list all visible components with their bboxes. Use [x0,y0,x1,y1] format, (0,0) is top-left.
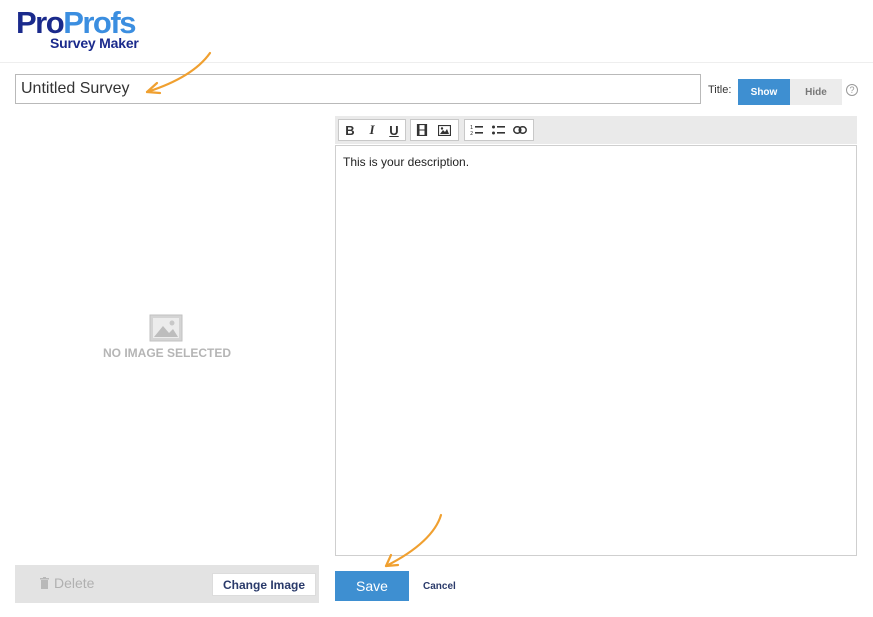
header: ProProfs Survey Maker [0,0,873,63]
italic-icon[interactable]: I [361,120,383,140]
no-image-icon [149,314,183,342]
link-icon[interactable] [509,120,531,140]
underline-icon[interactable]: U [383,120,405,140]
help-icon[interactable]: ? [846,84,858,96]
svg-text:2: 2 [470,131,473,136]
video-icon[interactable] [411,120,433,140]
survey-title-input[interactable] [15,74,701,104]
editor-toolbar: B I U 12 [335,116,857,144]
hide-title-button[interactable]: Hide [790,79,842,105]
title-visibility-toggle: Show Hide [738,79,842,105]
ordered-list-icon[interactable]: 12 [465,120,487,140]
annotation-arrow-title [145,51,212,95]
no-image-text: NO IMAGE SELECTED [102,346,231,360]
cancel-link[interactable]: Cancel [423,581,456,592]
delete-label: Delete [54,575,95,591]
proprofs-logo[interactable]: ProProfs Survey Maker [16,6,139,52]
survey-editor-page: ProProfs Survey Maker Title: Show Hide ?… [0,0,873,617]
list-link-group: 12 [464,119,534,141]
annotation-arrow-save [384,513,443,568]
image-icon[interactable] [433,120,455,140]
logo-subtitle: Survey Maker [50,35,139,51]
trash-icon [40,577,49,589]
title-visibility-label: Title: [708,84,732,96]
bold-icon[interactable]: B [339,120,361,140]
text-format-group: B I U [338,119,406,141]
description-editor[interactable]: This is your description. [335,145,857,556]
save-button[interactable]: Save [335,571,409,601]
image-panel: NO IMAGE SELECTED [15,116,319,556]
delete-image-button[interactable]: Delete [40,575,94,591]
description-text: This is your description. [343,155,470,169]
media-group [410,119,459,141]
unordered-list-icon[interactable] [487,120,509,140]
show-title-button[interactable]: Show [738,79,790,105]
change-image-button[interactable]: Change Image [212,573,316,596]
image-actions-bar: Delete Change Image [15,565,319,603]
